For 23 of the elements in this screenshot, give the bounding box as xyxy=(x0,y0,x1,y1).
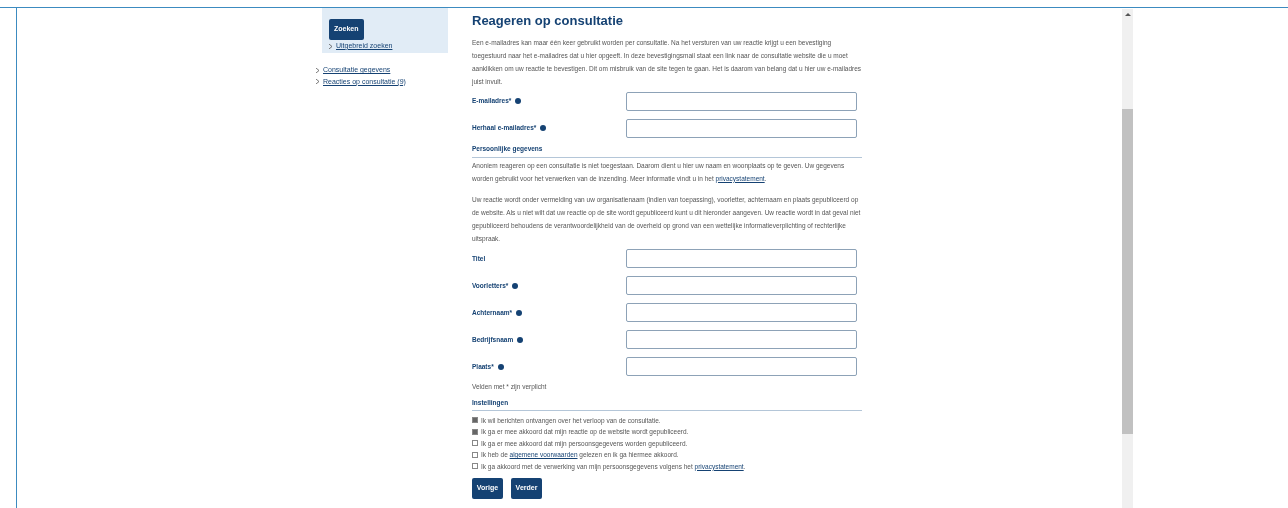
help-icon[interactable] xyxy=(515,98,522,104)
checkbox[interactable] xyxy=(472,428,478,435)
input-field[interactable] xyxy=(626,303,857,323)
help-icon[interactable] xyxy=(517,336,524,343)
scroll-up-icon[interactable] xyxy=(1124,13,1131,16)
input-field[interactable] xyxy=(626,330,857,350)
page-title: Reageren op consultatie xyxy=(472,12,624,30)
input-field[interactable] xyxy=(626,357,857,377)
input-field[interactable] xyxy=(626,91,857,111)
scrollbar-thumb[interactable] xyxy=(1122,109,1133,434)
help-icon[interactable] xyxy=(516,309,523,316)
scrollbar[interactable] xyxy=(1122,9,1133,508)
help-icon[interactable] xyxy=(540,125,547,131)
chevron-icon xyxy=(329,43,332,49)
checkbox[interactable] xyxy=(472,451,478,458)
input-field[interactable] xyxy=(626,249,857,269)
checkbox[interactable] xyxy=(472,417,478,423)
help-icon[interactable] xyxy=(497,363,504,370)
checkbox[interactable] xyxy=(472,463,478,469)
help-icon[interactable] xyxy=(512,282,519,289)
input-field[interactable] xyxy=(626,118,857,138)
checkbox[interactable] xyxy=(472,440,478,446)
input-field[interactable] xyxy=(626,276,857,296)
